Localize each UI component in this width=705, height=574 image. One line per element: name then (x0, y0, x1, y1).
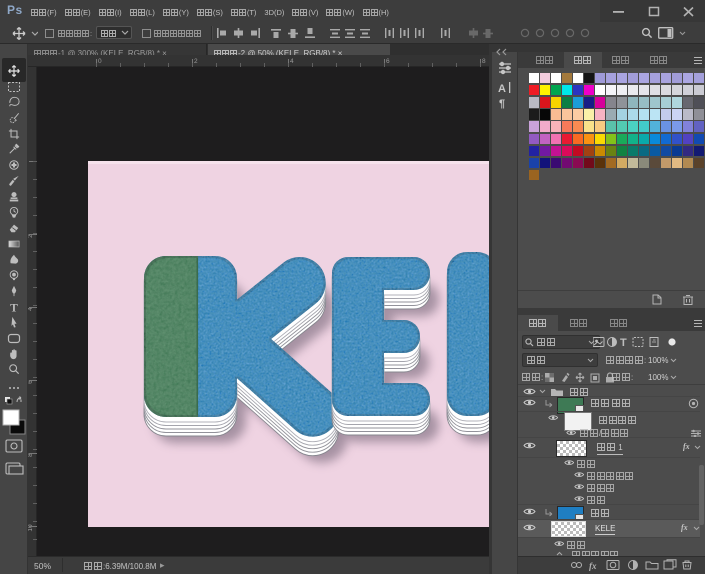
svg-text:T: T (620, 337, 627, 348)
svg-text:10: 10 (28, 524, 34, 532)
svg-text:8: 8 (482, 58, 486, 65)
svg-text:2: 2 (194, 58, 198, 65)
svg-text:fx: fx (589, 561, 597, 571)
svg-text:T: T (10, 303, 18, 315)
svg-text:6: 6 (386, 58, 390, 65)
svg-text:4: 4 (290, 58, 294, 65)
svg-text:¶: ¶ (499, 98, 505, 110)
svg-text:A: A (498, 83, 506, 95)
svg-text:0: 0 (98, 58, 102, 65)
